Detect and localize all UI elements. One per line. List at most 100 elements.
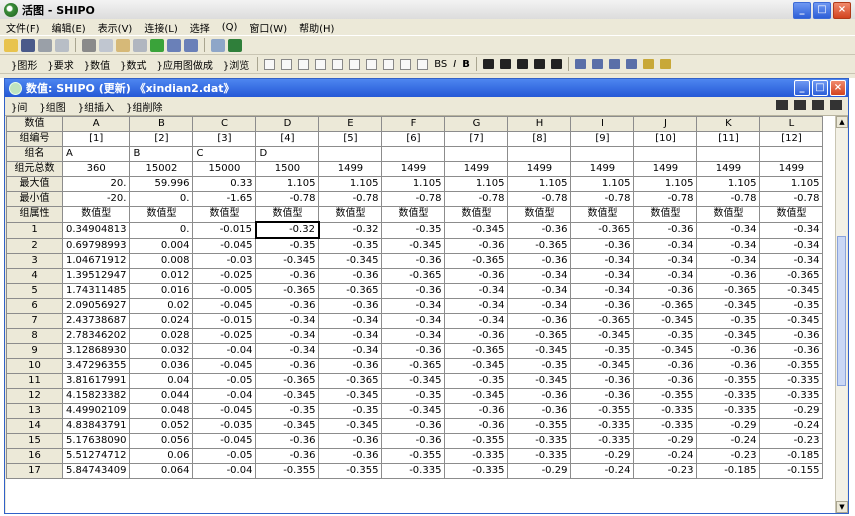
run-icon[interactable] (228, 38, 242, 52)
table-cell[interactable]: -0.335 (633, 403, 698, 419)
table-cell[interactable]: -0.36 (381, 253, 446, 269)
table-cell[interactable]: -0.045 (192, 298, 257, 314)
table-cell[interactable]: -0.185 (696, 463, 761, 479)
toolbar-formula[interactable]: }数式 (115, 57, 151, 72)
format-icon[interactable] (366, 58, 378, 70)
table-cell[interactable]: -0.025 (192, 328, 257, 344)
table-cell[interactable]: -0.36 (318, 433, 383, 449)
row-header[interactable]: 14 (6, 418, 63, 434)
table-cell[interactable]: -0.29 (570, 448, 635, 464)
table-cell[interactable]: -0.36 (381, 418, 446, 434)
table-cell[interactable]: -0.005 (192, 283, 257, 299)
chart-tool-icon[interactable] (608, 59, 620, 69)
maximize-button[interactable]: □ (813, 2, 831, 19)
row-header[interactable]: 9 (6, 343, 63, 359)
toolbar-graph[interactable]: }图形 (6, 57, 42, 72)
table-cell[interactable]: -0.345 (444, 221, 509, 239)
table-cell[interactable]: -0.335 (381, 463, 446, 479)
table-cell[interactable]: -0.345 (381, 403, 446, 419)
table-cell[interactable]: -0.34 (633, 253, 698, 269)
table-cell[interactable]: -0.155 (759, 463, 824, 479)
table-cell[interactable]: -0.345 (318, 253, 383, 269)
table-cell[interactable]: -0.36 (255, 448, 320, 464)
table-cell[interactable]: -0.34 (381, 298, 446, 314)
table-cell[interactable]: -0.23 (633, 463, 698, 479)
table-cell[interactable]: 1.74311485 (61, 283, 131, 299)
column-header[interactable]: C (192, 116, 257, 132)
table-cell[interactable]: -0.36 (633, 283, 698, 299)
table-cell[interactable]: -0.34 (759, 237, 824, 254)
table-cell[interactable]: -0.365 (381, 268, 446, 284)
copy-icon[interactable] (99, 38, 113, 52)
table-cell[interactable]: -0.36 (444, 237, 509, 254)
table-cell[interactable]: -0.335 (570, 418, 635, 434)
table-cell[interactable]: -0.355 (507, 418, 572, 434)
table-cell[interactable]: -0.34 (507, 268, 572, 284)
row-header[interactable]: 7 (6, 313, 63, 329)
table-cell[interactable]: 5.51274712 (61, 448, 131, 464)
table-cell[interactable]: 0.064 (129, 463, 194, 479)
column-header[interactable]: F (381, 116, 446, 132)
table-cell[interactable]: -0.365 (507, 237, 572, 254)
column-header[interactable]: H (507, 116, 572, 132)
row-header[interactable]: 12 (6, 388, 63, 404)
table-cell[interactable]: -0.35 (381, 388, 446, 404)
table-cell[interactable]: -0.35 (570, 343, 635, 359)
table-cell[interactable]: 4.83843791 (61, 418, 131, 434)
table-cell[interactable]: -0.23 (696, 448, 761, 464)
table-cell[interactable]: -0.36 (633, 221, 698, 239)
table-cell[interactable]: -0.34 (696, 237, 761, 254)
table-cell[interactable]: -0.36 (444, 418, 509, 434)
table-cell[interactable]: -0.36 (696, 358, 761, 374)
table-cell[interactable]: -0.34 (444, 283, 509, 299)
table-cell[interactable]: 0.016 (129, 283, 194, 299)
toolbar-browse[interactable]: }浏览 (218, 57, 254, 72)
table-cell[interactable]: -0.24 (633, 448, 698, 464)
table-cell[interactable]: 0.008 (129, 253, 194, 269)
table-cell[interactable]: -0.025 (192, 268, 257, 284)
table-cell[interactable]: -0.365 (444, 253, 509, 269)
format-icon[interactable] (298, 58, 310, 70)
table-cell[interactable]: -0.345 (381, 237, 446, 254)
table-cell[interactable]: -0.355 (444, 433, 509, 449)
table-cell[interactable]: -0.36 (381, 283, 446, 299)
grid-tool-icon[interactable] (776, 100, 788, 110)
add-icon[interactable] (150, 38, 164, 52)
table-cell[interactable]: 4.15823382 (61, 388, 131, 404)
table-cell[interactable]: -0.36 (570, 373, 635, 389)
table-cell[interactable]: -0.34 (381, 328, 446, 344)
table-cell[interactable]: -0.015 (192, 313, 257, 329)
toolbar-request[interactable]: }要求 (42, 57, 78, 72)
table-cell[interactable]: -0.335 (507, 448, 572, 464)
table-cell[interactable]: -0.32 (318, 221, 383, 239)
table-cell[interactable]: 1.04671912 (61, 253, 131, 269)
column-header[interactable]: L (759, 116, 824, 132)
grid-tool-icon[interactable] (812, 100, 824, 110)
table-cell[interactable]: -0.365 (255, 373, 320, 389)
table-cell[interactable]: -0.29 (759, 403, 824, 419)
table-cell[interactable]: -0.34 (696, 253, 761, 269)
table-cell[interactable]: -0.23 (759, 433, 824, 449)
table-cell[interactable]: -0.345 (318, 388, 383, 404)
column-header[interactable]: K (696, 116, 761, 132)
table-cell[interactable]: 0.044 (129, 388, 194, 404)
table-cell[interactable]: -0.335 (507, 433, 572, 449)
table-cell[interactable]: 0.02 (129, 298, 194, 314)
table-cell[interactable]: -0.355 (381, 448, 446, 464)
table-cell[interactable]: 0.34904813 (61, 221, 131, 239)
italic-button[interactable]: I (450, 59, 459, 70)
menu-select[interactable]: 选择 (184, 20, 216, 35)
table-cell[interactable]: -0.355 (633, 388, 698, 404)
print-icon[interactable] (38, 38, 52, 52)
column-header[interactable]: E (318, 116, 383, 132)
format-icon[interactable] (349, 58, 361, 70)
table-cell[interactable]: -0.35 (507, 358, 572, 374)
format-icon[interactable] (383, 58, 395, 70)
table-cell[interactable]: -0.36 (696, 268, 761, 284)
table-cell[interactable]: -0.015 (192, 221, 257, 239)
table-cell[interactable]: -0.36 (759, 328, 824, 344)
table-cell[interactable]: -0.36 (381, 433, 446, 449)
table-cell[interactable]: -0.045 (192, 403, 257, 419)
table-cell[interactable]: -0.355 (255, 463, 320, 479)
cut-icon[interactable] (82, 38, 96, 52)
